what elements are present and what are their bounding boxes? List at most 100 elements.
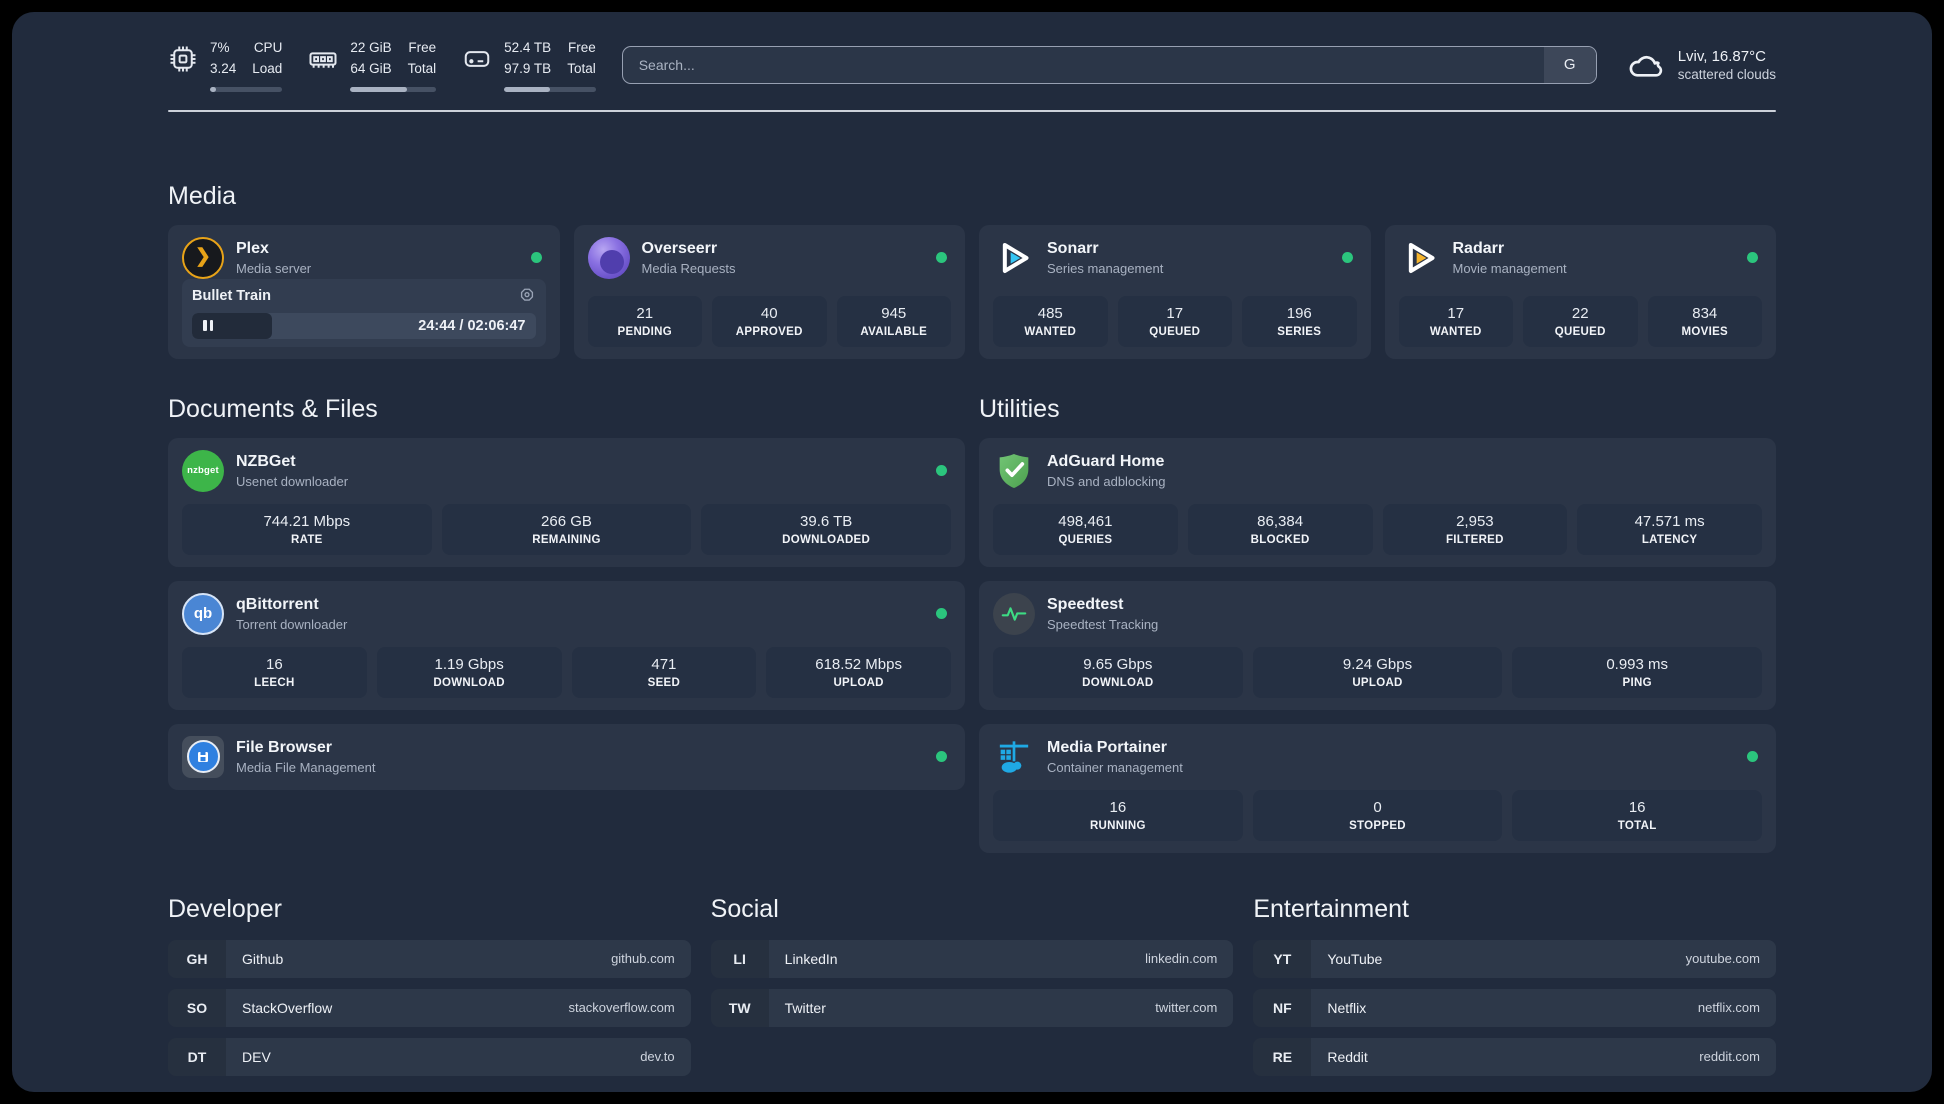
app-card-qbittorrent[interactable]: qb qBittorrent Torrent downloader 16 LEEC… <box>168 580 965 710</box>
player-settings-icon[interactable] <box>518 287 536 305</box>
status-dot <box>1341 252 1353 264</box>
ram-stat-widget: 22 GiB 64 GiB Free Total <box>308 38 437 92</box>
stat-tiles: 21 PENDING 40 APPROVED 945 AVAILABLE <box>587 284 951 347</box>
stat-tile: 39.6 TB DOWNLOADED <box>701 503 951 555</box>
app-subtitle: Media Requests <box>641 260 736 276</box>
status-dot <box>936 608 947 620</box>
cpu-load-label: Load <box>252 60 283 76</box>
app-card-portainer[interactable]: Media Portainer Container management 16 R… <box>979 723 1776 853</box>
app-subtitle: Speedtest Tracking <box>1047 616 1159 632</box>
ram-progress-bar <box>350 86 437 92</box>
stat-tile: 498,461 QUERIES <box>993 503 1178 555</box>
bookmark-link-reddit[interactable]: RE Reddit reddit.com <box>1253 1037 1776 1076</box>
app-card-adguard[interactable]: AdGuard Home DNS and adblocking 498,461 Q… <box>979 437 1776 567</box>
stat-tile: 1.19 Gbps DOWNLOAD <box>376 646 562 698</box>
status-dot <box>936 465 947 477</box>
stat-tile: 17 QUEUED <box>1117 295 1232 347</box>
app-name: File Browser <box>236 738 333 756</box>
ram-total-value: 64 GiB <box>350 60 392 76</box>
pause-icon[interactable] <box>203 320 213 332</box>
bookmark-url: github.com <box>611 951 675 967</box>
radarr-icon <box>1399 237 1441 279</box>
stat-tile: 17 WANTED <box>1398 295 1513 347</box>
bookmark-url: dev.to <box>640 1049 675 1065</box>
status-dot <box>1747 751 1758 763</box>
ram-stat-row: 22 GiB 64 GiB Free Total <box>308 38 436 80</box>
ram-total-label: Total <box>407 60 437 76</box>
bookmark-link-linkedin[interactable]: LI LinkedIn linkedin.com <box>710 939 1234 978</box>
content: 7% 3.24 CPU Load 22 GiB 64 GiB Free Tota… <box>12 12 1932 1076</box>
bookmark-name: LinkedIn <box>784 950 838 967</box>
app-name: qBittorrent <box>236 595 319 613</box>
status-dot <box>936 751 947 763</box>
app-subtitle: Torrent downloader <box>236 616 348 632</box>
stat-tiles: 16 LEECH 1.19 Gbps DOWNLOAD 471 SEED 618.52… <box>182 635 951 698</box>
overseerr-icon <box>587 236 630 279</box>
bookmark-abbr: RE <box>1253 1037 1312 1076</box>
card-header: Overseerr Media Requests <box>587 236 952 279</box>
stat-tile: 471 SEED <box>571 646 757 698</box>
floppy-disk-icon <box>186 740 220 774</box>
speedtest-icon <box>993 592 1035 635</box>
media-grid: ❯ Plex Media server Bullet Train 24:44 /… <box>168 224 1776 359</box>
bookmark-url: reddit.com <box>1699 1049 1760 1065</box>
disk-progress-bar <box>504 86 596 92</box>
app-card-sonarr[interactable]: Sonarr Series management 485 WANTED 17 QUE… <box>979 224 1371 359</box>
plex-now-playing: Bullet Train 24:44 / 02:06:47 <box>182 278 546 347</box>
bookmark-url: twitter.com <box>1155 1000 1218 1016</box>
search-input[interactable] <box>622 46 1544 83</box>
bookmark-link-github[interactable]: GH Github github.com <box>168 939 691 978</box>
search-bar[interactable]: G <box>621 45 1597 84</box>
app-card-plex[interactable]: ❯ Plex Media server Bullet Train 24:44 /… <box>168 224 560 359</box>
bookmark-name: StackOverflow <box>242 999 333 1016</box>
app-name: Overseerr <box>641 239 718 257</box>
app-card-speedtest[interactable]: Speedtest Speedtest Tracking 9.65 Gbps DO… <box>979 580 1776 710</box>
status-dot <box>530 252 542 264</box>
card-header: ❯ Plex Media server <box>182 236 546 279</box>
bookmarks-entertainment: Entertainment YT YouTube youtube.com NF N… <box>1253 895 1776 1076</box>
middle-columns: Documents & Files nzbget NZBGet Usenet d… <box>168 395 1776 853</box>
bookmark-link-dev[interactable]: DT DEV dev.to <box>168 1037 691 1076</box>
ram-icon <box>309 52 337 68</box>
stat-tile: 618.52 Mbps UPLOAD <box>766 646 951 698</box>
search-engine-button[interactable]: G <box>1543 46 1596 83</box>
playback-elapsed-segment <box>192 312 272 339</box>
bookmark-name: DEV <box>242 1048 271 1065</box>
disk-icon <box>464 51 490 67</box>
app-name: Plex <box>236 239 269 257</box>
disk-free-value: 52.4 TB <box>504 40 552 55</box>
nzbget-icon-text: nzbget <box>187 465 219 477</box>
app-subtitle: DNS and adblocking <box>1047 473 1166 489</box>
stat-tile: 945 AVAILABLE <box>836 295 951 347</box>
bookmark-link-netflix[interactable]: NF Netflix netflix.com <box>1253 988 1776 1027</box>
bookmarks-social: Social LI LinkedIn linkedin.com TW Twitte… <box>710 894 1234 1076</box>
bookmarks-title-social: Social <box>710 894 779 923</box>
bookmark-name: Reddit <box>1327 1048 1368 1065</box>
section-title-utilities: Utilities <box>979 394 1060 423</box>
status-dot <box>936 252 947 264</box>
app-card-overseerr[interactable]: Overseerr Media Requests 21 PENDING 40 APP… <box>573 224 965 359</box>
app-subtitle: Media server <box>236 260 312 276</box>
app-card-radarr[interactable]: Radarr Movie management 17 WANTED 22 QUEUE… <box>1384 224 1776 359</box>
stat-tiles: 16 RUNNING 0 STOPPED 16 TOTAL <box>993 778 1762 841</box>
weather-summary: Lviv, 16.87°C <box>1677 47 1766 65</box>
app-card-filebrowser[interactable]: File Browser Media File Management <box>168 723 965 790</box>
app-name: Sonarr <box>1047 239 1099 257</box>
bookmark-link-stackoverflow[interactable]: SO StackOverflow stackoverflow.com <box>168 988 691 1027</box>
playback-progress-bar[interactable]: 24:44 / 02:06:47 <box>192 312 536 339</box>
app-subtitle: Container management <box>1047 759 1183 775</box>
bookmark-link-youtube[interactable]: YT YouTube youtube.com <box>1253 939 1776 978</box>
stat-tile: 266 GB REMAINING <box>441 503 692 555</box>
app-card-nzbget[interactable]: nzbget NZBGet Usenet downloader 744.21 M… <box>168 437 965 567</box>
dashboard-page: 7% 3.24 CPU Load 22 GiB 64 GiB Free Tota… <box>12 12 1932 1092</box>
bookmark-url: linkedin.com <box>1145 951 1218 967</box>
cpu-icon <box>170 46 196 72</box>
bookmarks-title-developer: Developer <box>168 894 282 923</box>
status-dot <box>1747 252 1758 264</box>
app-name: AdGuard Home <box>1047 452 1165 470</box>
section-title-media: Media <box>168 181 237 210</box>
card-header: AdGuard Home DNS and adblocking <box>993 450 1762 492</box>
bookmark-link-twitter[interactable]: TW Twitter twitter.com <box>710 988 1234 1027</box>
stat-tile: 9.65 Gbps DOWNLOAD <box>993 646 1243 698</box>
ram-free-label: Free <box>408 40 437 55</box>
